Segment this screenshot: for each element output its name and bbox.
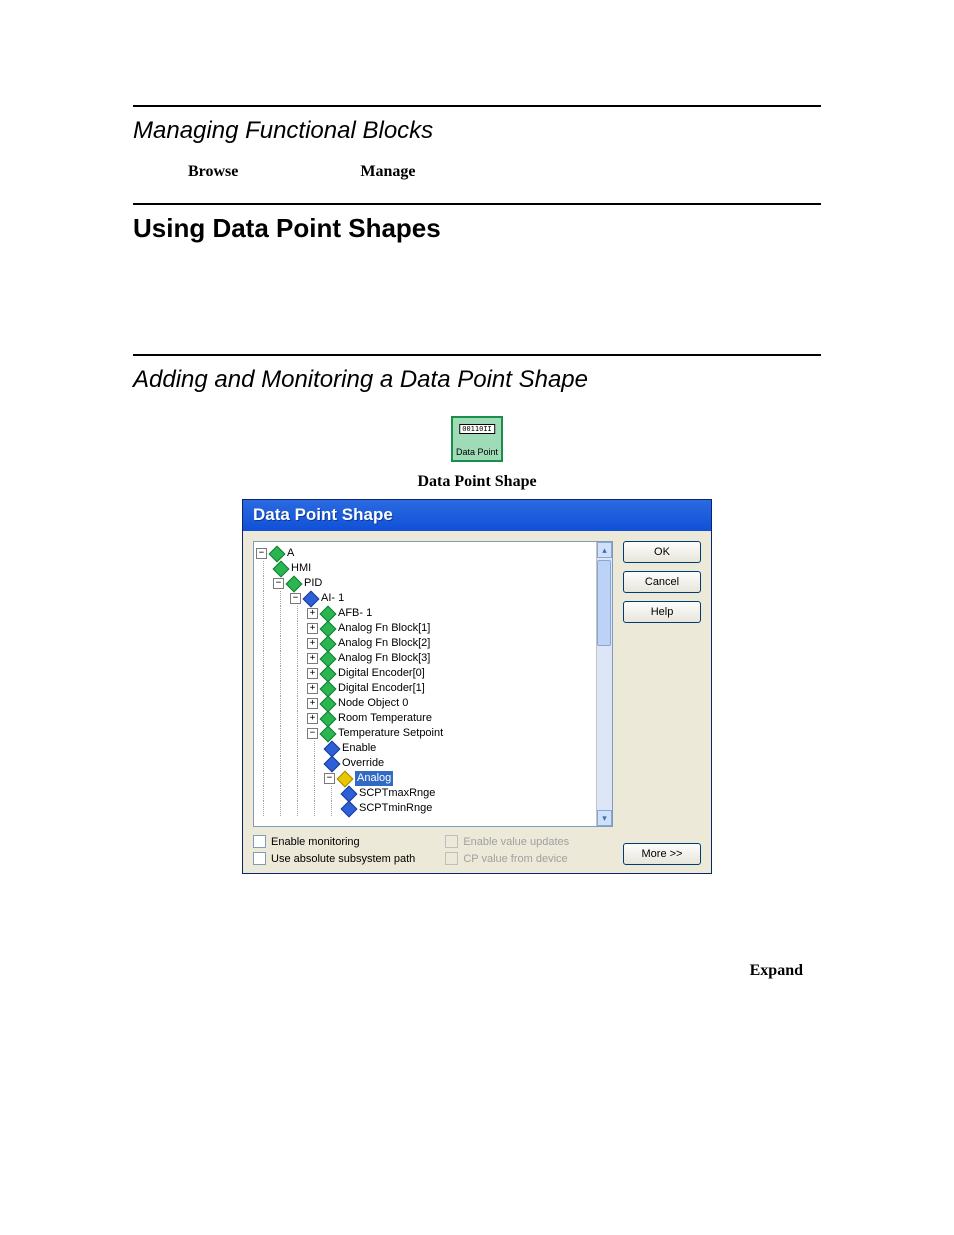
expand-icon[interactable]: + — [307, 713, 318, 724]
tree-node-item[interactable]: +Node Object 0 — [256, 696, 594, 711]
expand-icon[interactable]: + — [307, 653, 318, 664]
checkbox-icon[interactable] — [253, 852, 266, 865]
node-icon — [269, 545, 286, 562]
expand-icon[interactable]: + — [307, 698, 318, 709]
node-icon — [303, 590, 320, 607]
section-adding-monitoring-title: Adding and Monitoring a Data Point Shape — [133, 366, 821, 394]
collapse-icon[interactable]: − — [324, 773, 335, 784]
cancel-button[interactable]: Cancel — [623, 571, 701, 593]
tree-node-scptmax[interactable]: SCPTmaxRnge — [256, 786, 594, 801]
expand-icon[interactable]: + — [307, 683, 318, 694]
tree-panel[interactable]: − A HMI − PID — [253, 541, 613, 827]
node-icon — [320, 665, 337, 682]
node-icon — [320, 650, 337, 667]
tree-node-scptmin[interactable]: SCPTminRnge — [256, 801, 594, 816]
data-point-shape-icon-block: Data Point Data Point Shape — [133, 416, 821, 491]
tree-node-root[interactable]: − A — [256, 546, 594, 561]
divider-3 — [133, 354, 821, 356]
checkbox-icon — [445, 835, 458, 848]
node-icon — [320, 605, 337, 622]
more-button[interactable]: More >> — [623, 843, 701, 865]
expand-icon[interactable]: + — [307, 668, 318, 679]
expand-word: Expand — [133, 962, 803, 980]
tree-node-analog-selected[interactable]: −Analog — [256, 771, 594, 786]
scroll-thumb[interactable] — [597, 560, 611, 646]
node-icon — [341, 785, 358, 802]
tree-node-pid[interactable]: − PID — [256, 576, 594, 591]
tree-node-item[interactable]: +Analog Fn Block[2] — [256, 636, 594, 651]
collapse-icon[interactable]: − — [273, 578, 284, 589]
tree-node-ai1[interactable]: − AI- 1 — [256, 591, 594, 606]
cp-value-from-device-checkbox: CP value from device — [445, 852, 569, 865]
scroll-down-icon[interactable]: ▾ — [597, 810, 612, 826]
node-icon — [320, 695, 337, 712]
node-icon — [324, 755, 341, 772]
tree-node-enable[interactable]: Enable — [256, 741, 594, 756]
expand-icon[interactable]: + — [307, 608, 318, 619]
tree-node-item[interactable]: +AFB- 1 — [256, 606, 594, 621]
ok-button[interactable]: OK — [623, 541, 701, 563]
data-point-icon-label: Data Point — [453, 447, 501, 457]
node-icon — [337, 770, 354, 787]
scroll-up-icon[interactable]: ▴ — [597, 542, 612, 558]
tree-node-item[interactable]: +Digital Encoder[1] — [256, 681, 594, 696]
node-icon — [320, 725, 337, 742]
checkbox-icon — [445, 852, 458, 865]
data-point-icon-caption: Data Point Shape — [133, 473, 821, 491]
node-icon — [320, 620, 337, 637]
node-icon — [320, 680, 337, 697]
section-using-dps-title: Using Data Point Shapes — [133, 213, 821, 244]
node-icon — [320, 635, 337, 652]
data-point-icon: Data Point — [451, 416, 503, 462]
dialog-titlebar: Data Point Shape — [243, 500, 711, 531]
tree-view[interactable]: − A HMI − PID — [254, 542, 596, 826]
expand-icon[interactable]: + — [307, 638, 318, 649]
enable-monitoring-checkbox[interactable]: Enable monitoring — [253, 835, 415, 848]
tree-node-override[interactable]: Override — [256, 756, 594, 771]
tree-node-item[interactable]: +Room Temperature — [256, 711, 594, 726]
use-absolute-path-checkbox[interactable]: Use absolute subsystem path — [253, 852, 415, 865]
node-icon — [324, 740, 341, 757]
manage-word: Manage — [360, 163, 415, 180]
node-icon — [286, 575, 303, 592]
tree-node-item[interactable]: +Digital Encoder[0] — [256, 666, 594, 681]
node-icon — [273, 560, 290, 577]
collapse-icon[interactable]: − — [307, 728, 318, 739]
divider-top — [133, 105, 821, 107]
divider-2 — [133, 203, 821, 205]
checkbox-icon[interactable] — [253, 835, 266, 848]
node-icon — [320, 710, 337, 727]
tree-node-temp-setpoint[interactable]: −Temperature Setpoint — [256, 726, 594, 741]
data-point-shape-dialog: Data Point Shape − A HMI — [242, 499, 712, 874]
tree-node-hmi[interactable]: HMI — [256, 561, 594, 576]
collapse-icon[interactable]: − — [256, 548, 267, 559]
collapse-icon[interactable]: − — [290, 593, 301, 604]
tree-node-item[interactable]: +Analog Fn Block[1] — [256, 621, 594, 636]
browse-manage-row: Browse Manage — [188, 163, 821, 181]
enable-value-updates-checkbox: Enable value updates — [445, 835, 569, 848]
expand-icon[interactable]: + — [307, 623, 318, 634]
section-managing-fb-title: Managing Functional Blocks — [133, 117, 821, 145]
help-button[interactable]: Help — [623, 601, 701, 623]
browse-word: Browse — [188, 163, 238, 180]
tree-node-item[interactable]: +Analog Fn Block[3] — [256, 651, 594, 666]
node-icon — [341, 800, 358, 817]
